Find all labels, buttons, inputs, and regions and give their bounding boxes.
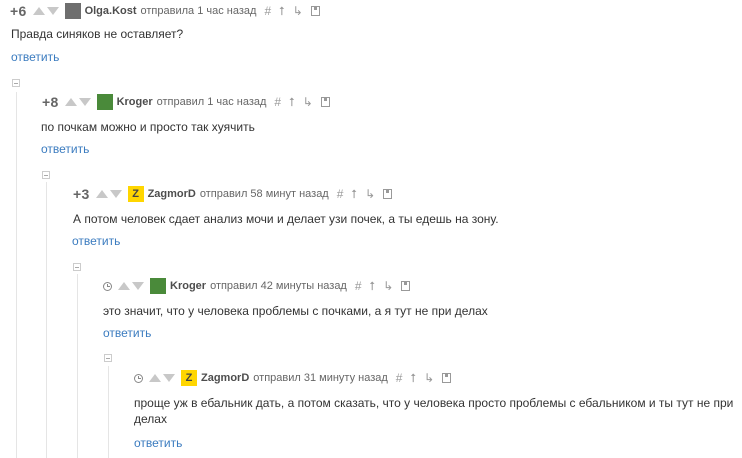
downvote-icon[interactable] xyxy=(163,374,175,382)
branch-icon[interactable]: ↳ xyxy=(424,371,434,385)
save-icon[interactable] xyxy=(383,189,393,199)
comment-timestamp[interactable]: отправил 58 минут назад xyxy=(200,188,329,200)
clock-icon xyxy=(134,373,143,383)
comment-header: Z ZagmorD отправил 31 минуту назад # ⭡ ↳ xyxy=(134,370,452,386)
upvote-icon[interactable] xyxy=(95,190,108,198)
collapse-toggle[interactable] xyxy=(42,171,50,179)
comment-author[interactable]: ZagmorD xyxy=(201,372,249,384)
comment-rating: +3 xyxy=(73,186,90,202)
parent-icon[interactable]: ⭡ xyxy=(289,95,295,110)
avatar[interactable]: Z xyxy=(181,370,197,386)
comment-text: это значит, что у человека проблемы с по… xyxy=(103,304,488,318)
comment-author[interactable]: ZagmorD xyxy=(148,188,196,200)
comment-header: +3 Z ZagmorD отправил 58 минут назад # ⭡… xyxy=(73,186,393,202)
collapse-toggle[interactable] xyxy=(12,79,20,87)
reply-button[interactable]: ответить xyxy=(134,436,182,450)
save-icon[interactable] xyxy=(310,6,320,16)
upvote-icon[interactable] xyxy=(64,98,77,106)
comment-timestamp[interactable]: отправил 1 час назад xyxy=(157,96,267,108)
save-icon[interactable] xyxy=(320,97,330,107)
parent-icon[interactable]: ⭡ xyxy=(370,279,376,294)
link-icon[interactable]: # xyxy=(274,95,281,109)
comment-header: +8 Kroger отправил 1 час назад # ⭡ ↳ xyxy=(42,94,330,110)
link-icon[interactable]: # xyxy=(355,279,362,293)
comment-author[interactable]: Olga.Kost xyxy=(85,5,137,17)
comment-rating: +8 xyxy=(42,94,59,110)
comment-text: А потом человек сдает анализ мочи и дела… xyxy=(73,212,499,226)
parent-icon[interactable]: ⭡ xyxy=(410,371,416,386)
comment-author[interactable]: Kroger xyxy=(117,96,153,108)
thread-branch-line xyxy=(108,366,109,458)
comment-rating: +6 xyxy=(10,3,27,19)
avatar[interactable] xyxy=(64,3,81,19)
collapse-toggle[interactable] xyxy=(73,263,81,271)
collapse-toggle[interactable] xyxy=(104,354,112,362)
reply-button[interactable]: ответить xyxy=(11,50,59,64)
downvote-icon[interactable] xyxy=(132,282,144,290)
branch-icon[interactable]: ↳ xyxy=(303,95,313,109)
avatar[interactable] xyxy=(150,278,166,294)
upvote-icon[interactable] xyxy=(149,374,161,382)
link-icon[interactable]: # xyxy=(396,371,403,385)
thread-branch-line xyxy=(46,182,47,458)
comment-header: Kroger отправил 42 минуты назад # ⭡ ↳ xyxy=(103,278,411,294)
link-icon[interactable]: # xyxy=(337,187,344,201)
comment-timestamp[interactable]: отправила 1 час назад xyxy=(141,5,257,17)
comment-text: проще уж в ебальник дать, а потом сказат… xyxy=(134,396,734,426)
avatar[interactable] xyxy=(96,94,113,110)
comment-header: +6 Olga.Kost отправила 1 час назад # ⭡ ↳ xyxy=(10,3,320,19)
comment-timestamp[interactable]: отправил 31 минуту назад xyxy=(253,372,388,384)
parent-icon[interactable]: ⭡ xyxy=(351,187,357,202)
save-icon[interactable] xyxy=(401,281,411,291)
downvote-icon[interactable] xyxy=(78,98,91,106)
comment-text: по почкам можно и просто так хуячить xyxy=(41,120,255,134)
thread-branch-line xyxy=(16,92,17,458)
branch-icon[interactable]: ↳ xyxy=(365,187,375,201)
reply-button[interactable]: ответить xyxy=(41,142,89,156)
upvote-icon[interactable] xyxy=(118,282,130,290)
comment-author[interactable]: Kroger xyxy=(170,280,206,292)
downvote-icon[interactable] xyxy=(46,7,59,15)
comment-text: Правда синяков не оставляет? xyxy=(11,27,184,41)
branch-icon[interactable]: ↳ xyxy=(383,279,393,293)
parent-icon[interactable]: ⭡ xyxy=(279,4,285,19)
upvote-icon[interactable] xyxy=(32,7,45,15)
thread-branch-line xyxy=(77,274,78,458)
link-icon[interactable]: # xyxy=(264,4,271,18)
branch-icon[interactable]: ↳ xyxy=(293,4,303,18)
reply-button[interactable]: ответить xyxy=(103,326,151,340)
reply-button[interactable]: ответить xyxy=(72,234,120,248)
clock-icon xyxy=(103,281,112,291)
downvote-icon[interactable] xyxy=(109,190,122,198)
comment-timestamp[interactable]: отправил 42 минуты назад xyxy=(210,280,347,292)
avatar[interactable]: Z xyxy=(127,186,144,202)
save-icon[interactable] xyxy=(442,373,452,383)
